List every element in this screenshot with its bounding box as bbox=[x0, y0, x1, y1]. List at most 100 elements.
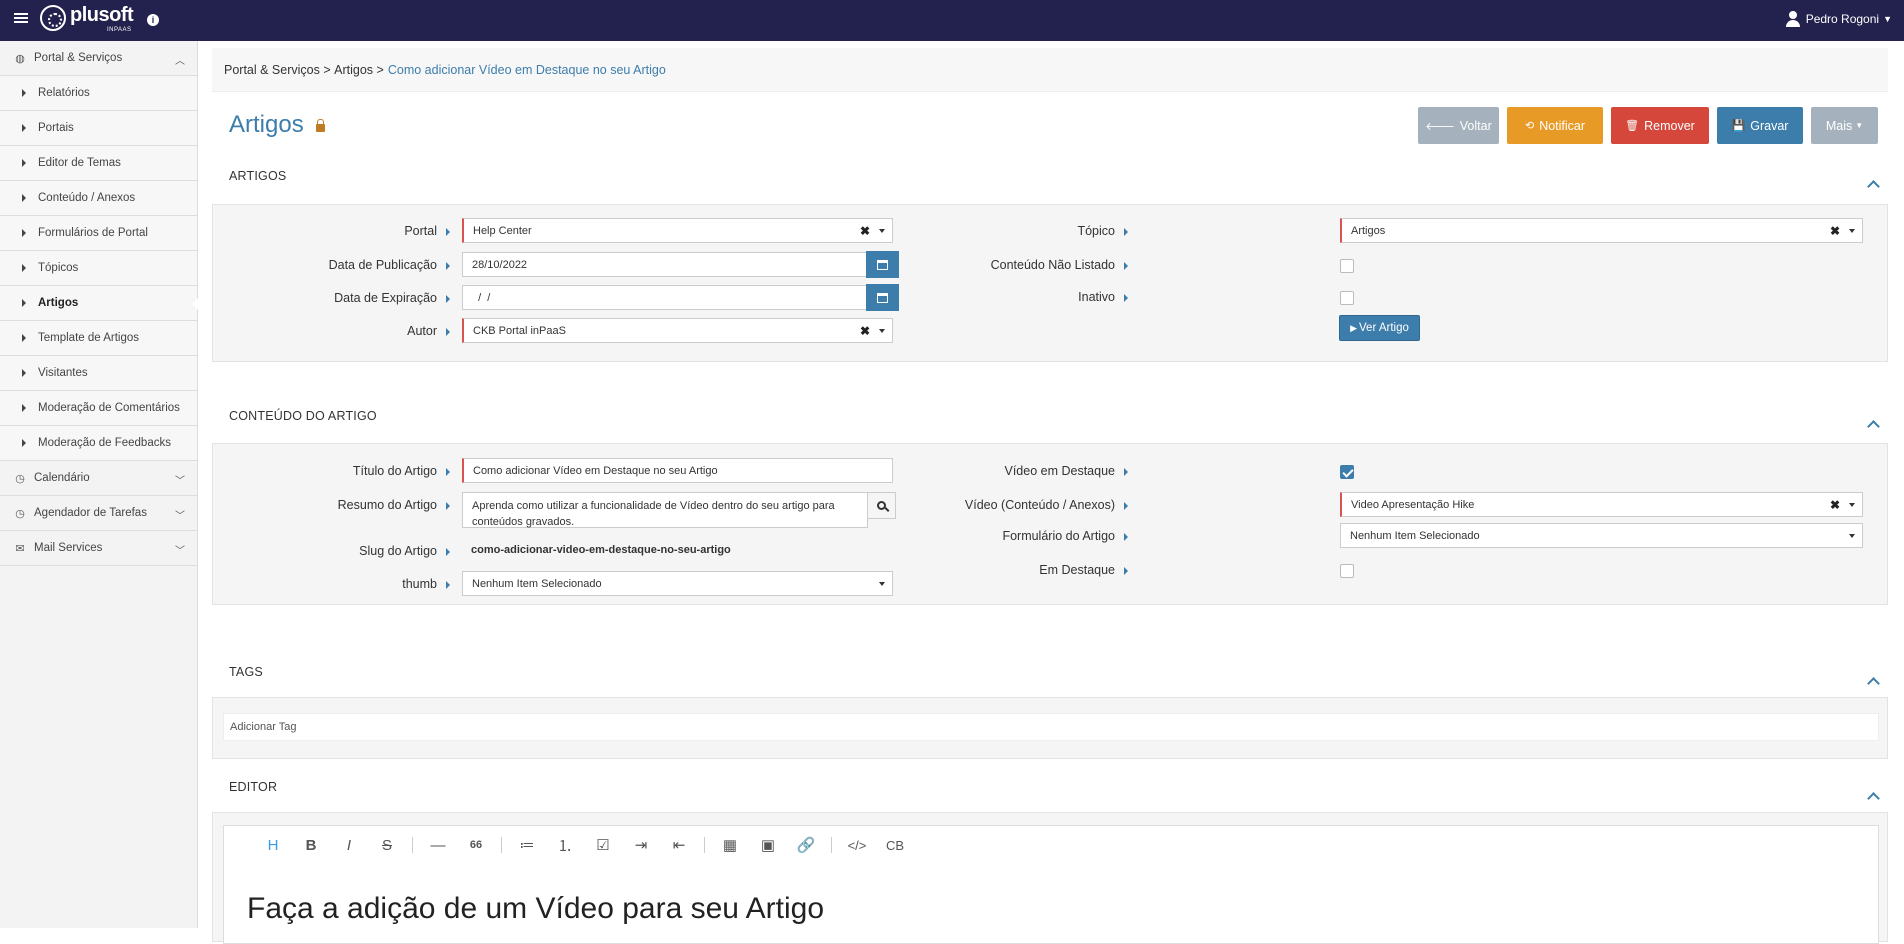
collapse-chevron-icon[interactable] bbox=[1867, 677, 1880, 690]
sidebar-item-label: Agendador de Tarefas bbox=[34, 507, 147, 519]
inativo-checkbox[interactable] bbox=[1340, 291, 1354, 305]
menu-icon[interactable] bbox=[14, 11, 28, 25]
clear-icon[interactable]: ✖ bbox=[1830, 498, 1840, 512]
resumo-label: Resumo do Artigo bbox=[237, 498, 450, 512]
formulario-select[interactable]: Nenhum Item Selecionado bbox=[1340, 523, 1863, 548]
calendar-button[interactable] bbox=[866, 251, 899, 278]
sidebar-item-formularios-de-portal[interactable]: Formulários de Portal bbox=[0, 216, 197, 251]
sidebar-item-moderacao-de-feedbacks[interactable]: Moderação de Feedbacks bbox=[0, 426, 197, 461]
titulo-input[interactable]: Como adicionar Vídeo em Destaque no seu … bbox=[462, 458, 893, 483]
add-tag-input[interactable]: Adicionar Tag bbox=[223, 713, 1879, 741]
clear-icon[interactable]: ✖ bbox=[860, 324, 870, 338]
topico-label: Tópico bbox=[915, 224, 1128, 238]
clear-icon[interactable]: ✖ bbox=[860, 224, 870, 238]
caret-right-icon bbox=[22, 229, 26, 237]
strikethrough-icon[interactable]: S bbox=[368, 837, 406, 854]
image-icon[interactable]: ▣ bbox=[749, 836, 787, 854]
calendar-button[interactable] bbox=[866, 284, 899, 311]
bullet-list-icon[interactable]: ≔ bbox=[508, 836, 546, 854]
caret-right-icon bbox=[22, 159, 26, 167]
autor-select[interactable]: CKB Portal inPaaS ✖ bbox=[462, 318, 893, 343]
data-expiracao-value: / / bbox=[472, 291, 491, 304]
quote-icon[interactable]: 66 bbox=[457, 839, 495, 851]
clock-icon: ◷ bbox=[15, 472, 25, 485]
topico-select[interactable]: Artigos ✖ bbox=[1340, 218, 1863, 243]
data-publicacao-input[interactable]: 28/10/2022 bbox=[462, 252, 868, 277]
caret-down-icon bbox=[879, 329, 885, 333]
action-toolbar: 🡐 Voltar ⟲ Notificar 🗑 Remover 💾 Gravar Mais… bbox=[1418, 107, 1886, 144]
info-icon[interactable]: i bbox=[147, 14, 159, 26]
collapse-chevron-icon[interactable] bbox=[1867, 420, 1880, 433]
link-icon[interactable]: 🔗 bbox=[787, 836, 825, 854]
mais-dropdown-button[interactable]: Mais ▼ bbox=[1811, 107, 1878, 144]
sidebar-item-calendario[interactable]: ◷ Calendário ﹀ bbox=[0, 461, 197, 496]
toolbar-separator bbox=[412, 837, 413, 853]
portal-select[interactable]: Help Center ✖ bbox=[462, 218, 893, 243]
breadcrumb-portal[interactable]: Portal & Serviços bbox=[224, 63, 320, 77]
numbered-list-icon[interactable]: ⒈ bbox=[546, 835, 584, 856]
breadcrumb-artigos[interactable]: Artigos bbox=[334, 63, 373, 77]
editor-panel: H B I S —66 ≔ ⒈ ☑ ⇥ ⇤ ▦ ▣ 🔗 </> CB Faça a adição de um… bbox=[212, 812, 1888, 944]
caret-right-icon bbox=[22, 334, 26, 342]
sidebar-item-relatorios[interactable]: Relatórios bbox=[0, 76, 197, 111]
plusoft-logo[interactable]: plusoft INPAAS bbox=[40, 5, 134, 33]
table-icon[interactable]: ▦ bbox=[711, 836, 749, 854]
conteudo-nao-listado-label: Conteúdo Não Listado bbox=[915, 258, 1128, 272]
indent-icon[interactable]: ⇥ bbox=[622, 836, 660, 854]
autor-value: CKB Portal inPaaS bbox=[473, 324, 566, 337]
video-destaque-checkbox[interactable] bbox=[1340, 465, 1354, 479]
sidebar-item-agendador-de-tarefas[interactable]: ◷ Agendador de Tarefas ﹀ bbox=[0, 496, 197, 531]
video-select[interactable]: Video Apresentação Hike ✖ bbox=[1340, 492, 1863, 517]
task-list-icon[interactable]: ☑ bbox=[584, 836, 622, 854]
sidebar-item-artigos[interactable]: Artigos bbox=[0, 286, 198, 321]
sidebar-item-portais[interactable]: Portais bbox=[0, 111, 197, 146]
thumb-select[interactable]: Nenhum Item Selecionado bbox=[462, 571, 893, 596]
main-content: Portal & Serviços > Artigos > Como adicio… bbox=[198, 41, 1904, 944]
horizontal-rule-icon[interactable]: — bbox=[419, 837, 457, 854]
caret-right-icon bbox=[22, 124, 26, 132]
sidebar-item-visitantes[interactable]: Visitantes bbox=[0, 356, 197, 391]
gravar-label: Gravar bbox=[1750, 118, 1789, 133]
code-block-icon[interactable]: CB bbox=[876, 838, 914, 853]
breadcrumb-separator: > bbox=[323, 62, 331, 77]
resumo-textarea[interactable]: Aprenda como utilizar a funcionalidade d… bbox=[462, 492, 868, 528]
code-icon[interactable]: </> bbox=[838, 838, 876, 853]
sidebar-item-mail-services[interactable]: ✉ Mail Services ﹀ bbox=[0, 531, 197, 566]
gravar-button[interactable]: 💾 Gravar bbox=[1717, 107, 1803, 144]
user-menu[interactable]: Pedro Rogoni ▼ bbox=[1785, 11, 1892, 27]
caret-down-icon bbox=[1849, 229, 1855, 233]
sidebar-item-label: Mail Services bbox=[34, 542, 103, 554]
conteudo-nao-listado-checkbox[interactable] bbox=[1340, 259, 1354, 273]
chevron-down-icon: ﹀ bbox=[175, 511, 185, 522]
data-publicacao-label: Data de Publicação bbox=[237, 258, 450, 272]
editor-body[interactable]: Faça a adição de um Vídeo para seu Artig… bbox=[223, 864, 1879, 944]
globe-icon: ◍ bbox=[15, 52, 25, 65]
caret-down-icon bbox=[1849, 503, 1855, 507]
editor-content-heading: Faça a adição de um Vídeo para seu Artig… bbox=[247, 892, 825, 925]
em-destaque-checkbox[interactable] bbox=[1340, 564, 1354, 578]
clock-icon: ◷ bbox=[15, 507, 25, 520]
sidebar-item-topicos[interactable]: Tópicos bbox=[0, 251, 197, 286]
sidebar-item-editor-de-temas[interactable]: Editor de Temas bbox=[0, 146, 197, 181]
ver-artigo-button[interactable]: ▶ Ver Artigo bbox=[1339, 315, 1420, 341]
sidebar-item-moderacao-de-comentarios[interactable]: Moderação de Comentários bbox=[0, 391, 197, 426]
video-label: Vídeo (Conteúdo / Anexos) bbox=[915, 498, 1128, 512]
caret-right-icon bbox=[22, 369, 26, 377]
collapse-chevron-icon[interactable] bbox=[1867, 180, 1880, 193]
outdent-icon[interactable]: ⇤ bbox=[660, 836, 698, 854]
bold-icon[interactable]: B bbox=[292, 837, 330, 854]
collapse-chevron-icon[interactable] bbox=[1867, 792, 1880, 805]
sidebar-item-conteudo-anexos[interactable]: Conteúdo / Anexos bbox=[0, 181, 197, 216]
clear-icon[interactable]: ✖ bbox=[1830, 224, 1840, 238]
search-button[interactable] bbox=[867, 492, 896, 519]
remover-button[interactable]: 🗑 Remover bbox=[1611, 107, 1709, 144]
voltar-button[interactable]: 🡐 Voltar bbox=[1418, 107, 1499, 144]
notificar-button[interactable]: ⟲ Notificar bbox=[1507, 107, 1603, 144]
sidebar-item-label: Visitantes bbox=[38, 367, 88, 379]
sidebar-item-template-de-artigos[interactable]: Template de Artigos bbox=[0, 321, 197, 356]
sidebar-item-portal-servicos[interactable]: ◍ Portal & Serviços ︿ bbox=[0, 41, 197, 76]
heading-icon[interactable]: H bbox=[254, 837, 292, 854]
caret-down-icon bbox=[1849, 534, 1855, 538]
italic-icon[interactable]: I bbox=[330, 837, 368, 854]
data-expiracao-input[interactable]: / / bbox=[462, 285, 868, 310]
